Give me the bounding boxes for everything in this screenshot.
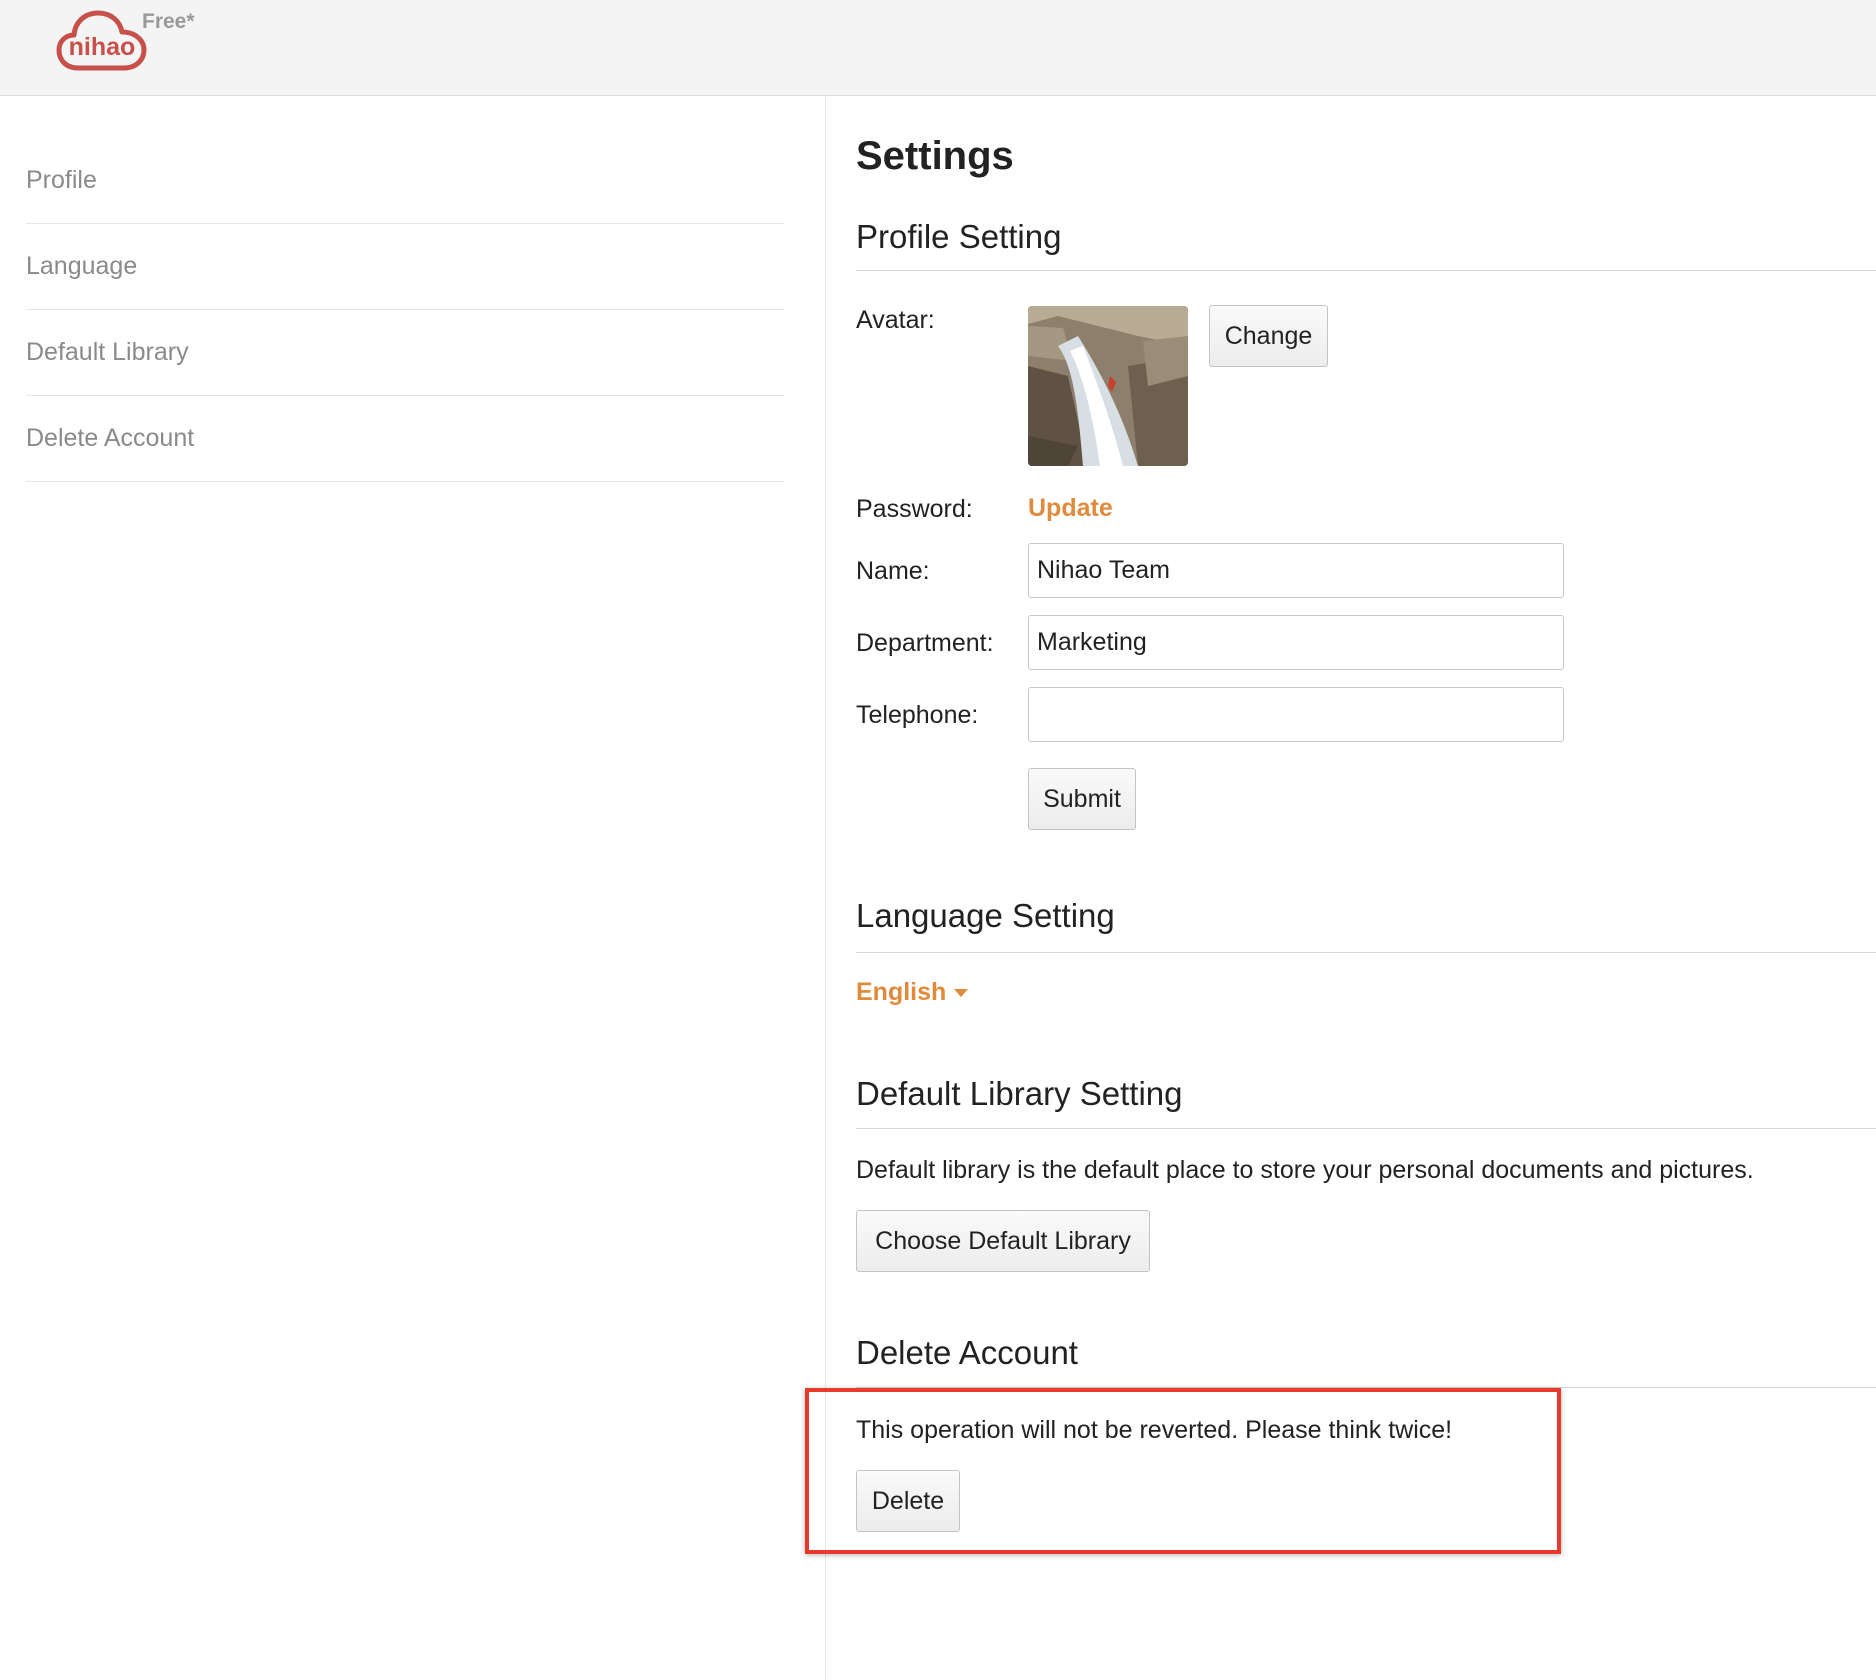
sidebar-item-profile[interactable]: Profile (26, 138, 784, 224)
telephone-label: Telephone: (856, 701, 979, 729)
default-library-description: Default library is the default place to … (856, 1156, 1754, 1184)
language-dropdown[interactable]: English (856, 978, 969, 1007)
sidebar-item-label: Delete Account (26, 424, 195, 452)
choose-default-library-button[interactable]: Choose Default Library (856, 1210, 1150, 1272)
name-input[interactable] (1028, 543, 1564, 598)
top-header: nihao Free* (0, 0, 1876, 96)
highlight-box (805, 1388, 1561, 1554)
delete-account-section-heading: Delete Account (856, 1334, 1078, 1371)
sidebar-item-label: Profile (26, 166, 97, 194)
nihao-logo[interactable]: nihao (56, 8, 148, 72)
profile-section-divider (856, 270, 1876, 271)
telephone-input[interactable] (1028, 687, 1564, 742)
language-section-divider (856, 952, 1876, 953)
sidebar-item-label: Language (26, 252, 138, 280)
default-library-section-divider (856, 1128, 1876, 1129)
sidebar-item-delete-account[interactable]: Delete Account (26, 396, 784, 482)
name-label: Name: (856, 557, 930, 585)
sidebar-nav: Profile Language Default Library Delete … (26, 138, 784, 482)
plan-badge: Free* (142, 10, 195, 33)
profile-section-heading: Profile Setting (856, 218, 1062, 255)
avatar-image (1028, 306, 1188, 466)
avatar-label: Avatar: (856, 306, 935, 334)
password-label: Password: (856, 495, 973, 523)
logo-text: nihao (68, 33, 136, 61)
update-password-link[interactable]: Update (1028, 494, 1113, 523)
submit-profile-button[interactable]: Submit (1028, 768, 1136, 830)
page-title: Settings (856, 134, 1014, 178)
language-selected: English (856, 978, 947, 1006)
sidebar-item-default-library[interactable]: Default Library (26, 310, 784, 396)
sidebar-item-language[interactable]: Language (26, 224, 784, 310)
language-section-heading: Language Setting (856, 897, 1115, 934)
change-avatar-button[interactable]: Change (1209, 305, 1328, 367)
default-library-section-heading: Default Library Setting (856, 1075, 1183, 1112)
settings-sidebar: Profile Language Default Library Delete … (0, 96, 826, 1680)
department-label: Department: (856, 629, 994, 657)
caret-down-icon (954, 989, 969, 998)
department-input[interactable] (1028, 615, 1564, 670)
sidebar-item-label: Default Library (26, 338, 189, 366)
